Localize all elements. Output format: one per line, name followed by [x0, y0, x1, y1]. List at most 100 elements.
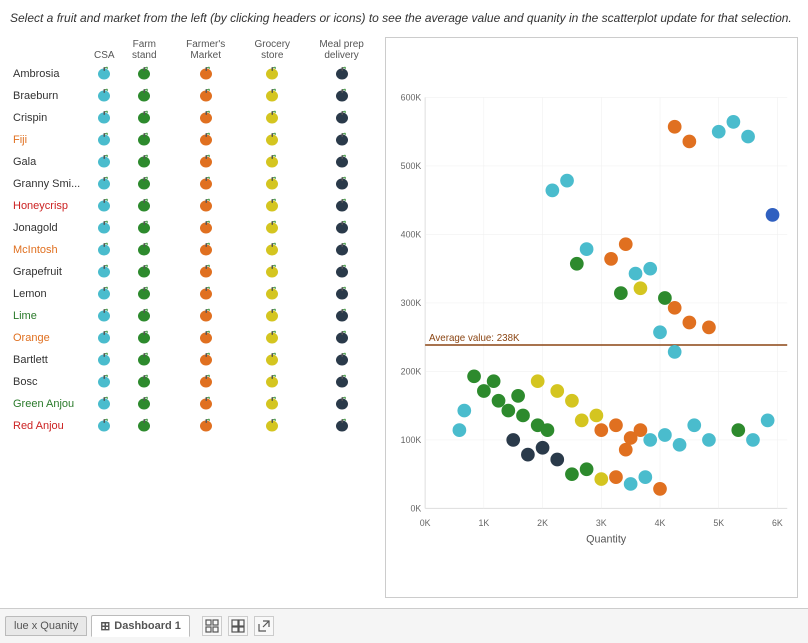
fruit-icon-cell[interactable]	[119, 107, 170, 129]
fruit-icon-cell[interactable]	[119, 371, 170, 393]
dot[interactable]	[541, 423, 555, 437]
fruit-icon-cell[interactable]	[119, 261, 170, 283]
dot[interactable]	[492, 394, 506, 408]
fruit-icon-cell[interactable]	[170, 393, 241, 415]
table-row[interactable]: Honeycrisp	[10, 195, 380, 217]
dot[interactable]	[653, 325, 667, 339]
fruit-icon-cell[interactable]	[241, 393, 303, 415]
fruit-icon-cell[interactable]	[241, 371, 303, 393]
external-link-icon[interactable]	[254, 616, 274, 636]
fruit-name[interactable]: Granny Smi...	[10, 173, 90, 195]
dot[interactable]	[643, 262, 657, 276]
dot[interactable]	[653, 482, 667, 496]
fruit-icon-cell[interactable]	[241, 173, 303, 195]
table-row[interactable]: Bartlett	[10, 349, 380, 371]
fruit-icon-cell[interactable]	[170, 283, 241, 305]
fruit-icon-cell[interactable]	[90, 63, 119, 85]
dot[interactable]	[668, 120, 682, 134]
fruit-icon-cell[interactable]	[303, 305, 380, 327]
fruit-icon-cell[interactable]	[303, 283, 380, 305]
dot[interactable]	[638, 470, 652, 484]
fruit-icon-cell[interactable]	[241, 195, 303, 217]
fruit-icon-cell[interactable]	[119, 151, 170, 173]
dot[interactable]	[550, 452, 564, 466]
fruit-name[interactable]: Green Anjou	[10, 393, 90, 415]
dot[interactable]	[668, 301, 682, 315]
dot[interactable]	[477, 384, 491, 398]
fruit-icon-cell[interactable]	[90, 415, 119, 437]
dot[interactable]	[590, 408, 604, 422]
fruit-icon-cell[interactable]	[119, 129, 170, 151]
fruit-name[interactable]: Jonagold	[10, 217, 90, 239]
fruit-name[interactable]: Crispin	[10, 107, 90, 129]
fruit-icon-cell[interactable]	[241, 107, 303, 129]
dot[interactable]	[658, 428, 672, 442]
dot[interactable]	[658, 291, 672, 305]
dot[interactable]	[712, 125, 726, 139]
fruit-name[interactable]: Braeburn	[10, 85, 90, 107]
fruit-name[interactable]: Fiji	[10, 129, 90, 151]
fruit-icon-cell[interactable]	[119, 415, 170, 437]
fruit-icon-cell[interactable]	[241, 327, 303, 349]
fruit-icon-cell[interactable]	[119, 283, 170, 305]
fruit-icon-cell[interactable]	[90, 195, 119, 217]
fruit-icon-cell[interactable]	[119, 63, 170, 85]
fruit-icon-cell[interactable]	[170, 63, 241, 85]
fruit-icon-cell[interactable]	[303, 415, 380, 437]
fruit-icon-cell[interactable]	[119, 195, 170, 217]
fruit-icon-cell[interactable]	[90, 129, 119, 151]
fruit-icon-cell[interactable]	[303, 63, 380, 85]
dot[interactable]	[580, 242, 594, 256]
col-header-name[interactable]	[10, 37, 90, 63]
col-header-csa[interactable]: CSA	[90, 37, 119, 63]
dot[interactable]	[619, 443, 633, 457]
fruit-icon-cell[interactable]	[303, 195, 380, 217]
fruit-icon-cell[interactable]	[303, 393, 380, 415]
fruit-icon-cell[interactable]	[241, 305, 303, 327]
table-row[interactable]: Lime	[10, 305, 380, 327]
dot[interactable]	[761, 413, 775, 427]
fruit-icon-cell[interactable]	[241, 85, 303, 107]
table-row[interactable]: Gala	[10, 151, 380, 173]
fruit-icon-cell[interactable]	[90, 371, 119, 393]
fruit-name[interactable]: Red Anjou	[10, 415, 90, 437]
fruit-icon-cell[interactable]	[241, 63, 303, 85]
dot[interactable]	[546, 183, 560, 197]
dot[interactable]	[624, 477, 638, 491]
fruit-name[interactable]: Lemon	[10, 283, 90, 305]
dot[interactable]	[604, 252, 618, 266]
dot[interactable]	[746, 433, 760, 447]
fruit-icon-cell[interactable]	[170, 305, 241, 327]
fruit-icon-cell[interactable]	[90, 327, 119, 349]
dot[interactable]	[727, 115, 741, 129]
fruit-icon-cell[interactable]	[170, 107, 241, 129]
fruit-icon-cell[interactable]	[90, 85, 119, 107]
fruit-icon-cell[interactable]	[90, 305, 119, 327]
fruit-icon-cell[interactable]	[119, 349, 170, 371]
table-row[interactable]: Fiji	[10, 129, 380, 151]
fruit-icon-cell[interactable]	[119, 393, 170, 415]
fruit-icon-cell[interactable]	[90, 393, 119, 415]
fruit-icon-cell[interactable]	[90, 151, 119, 173]
dot[interactable]	[668, 345, 682, 359]
fruit-icon-cell[interactable]	[90, 239, 119, 261]
fruit-icon-cell[interactable]	[170, 151, 241, 173]
fruit-icon-cell[interactable]	[241, 129, 303, 151]
fruit-name[interactable]: Ambrosia	[10, 63, 90, 85]
table-row[interactable]: Granny Smi...	[10, 173, 380, 195]
fruit-icon-cell[interactable]	[170, 349, 241, 371]
fruit-name[interactable]: Orange	[10, 327, 90, 349]
fruit-icon-cell[interactable]	[119, 173, 170, 195]
table-row[interactable]: Lemon	[10, 283, 380, 305]
dot[interactable]	[570, 257, 584, 271]
fruit-icon-cell[interactable]	[303, 107, 380, 129]
tab-partial[interactable]: lue x Quanity	[5, 616, 87, 636]
fruit-icon-cell[interactable]	[303, 371, 380, 393]
dot[interactable]	[673, 438, 687, 452]
table-row[interactable]: Grapefruit	[10, 261, 380, 283]
fruit-icon-cell[interactable]	[119, 217, 170, 239]
dot[interactable]	[683, 134, 697, 148]
fruit-icon-cell[interactable]	[170, 85, 241, 107]
dot[interactable]	[643, 433, 657, 447]
fruit-icon-cell[interactable]	[241, 217, 303, 239]
